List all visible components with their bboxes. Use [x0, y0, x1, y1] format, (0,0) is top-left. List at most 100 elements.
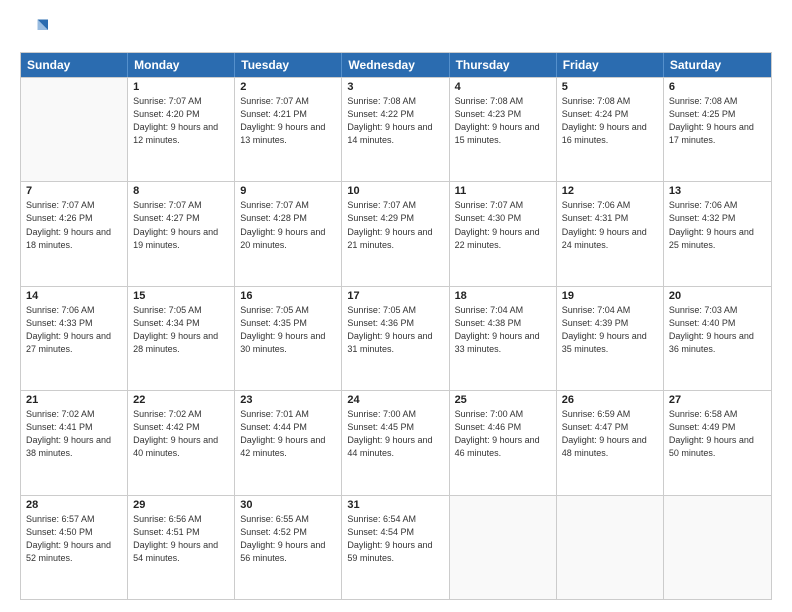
sunset-label: Sunset: 4:22 PM: [347, 109, 414, 119]
weekday-header: Sunday: [21, 53, 128, 77]
sunset-label: Sunset: 4:39 PM: [562, 318, 629, 328]
daylight-label: Daylight: 9 hours and 28 minutes.: [133, 331, 218, 354]
daylight-label: Daylight: 9 hours and 56 minutes.: [240, 540, 325, 563]
daylight-label: Daylight: 9 hours and 17 minutes.: [669, 122, 754, 145]
day-number: 1: [133, 81, 229, 93]
day-number: 27: [669, 394, 766, 406]
day-info: Sunrise: 7:06 AMSunset: 4:32 PMDaylight:…: [669, 199, 766, 251]
day-number: 12: [562, 185, 658, 197]
calendar-cell: 16Sunrise: 7:05 AMSunset: 4:35 PMDayligh…: [235, 287, 342, 390]
sunrise-label: Sunrise: 7:06 AM: [562, 200, 631, 210]
sunset-label: Sunset: 4:28 PM: [240, 213, 307, 223]
day-number: 20: [669, 290, 766, 302]
daylight-label: Daylight: 9 hours and 46 minutes.: [455, 435, 540, 458]
sunrise-label: Sunrise: 7:02 AM: [26, 409, 95, 419]
calendar-cell: 20Sunrise: 7:03 AMSunset: 4:40 PMDayligh…: [664, 287, 771, 390]
calendar-cell: 6Sunrise: 7:08 AMSunset: 4:25 PMDaylight…: [664, 78, 771, 181]
calendar-row: 28Sunrise: 6:57 AMSunset: 4:50 PMDayligh…: [21, 495, 771, 599]
day-info: Sunrise: 7:03 AMSunset: 4:40 PMDaylight:…: [669, 304, 766, 356]
sunset-label: Sunset: 4:25 PM: [669, 109, 736, 119]
day-number: 2: [240, 81, 336, 93]
sunrise-label: Sunrise: 6:56 AM: [133, 514, 202, 524]
calendar-cell: 22Sunrise: 7:02 AMSunset: 4:42 PMDayligh…: [128, 391, 235, 494]
sunset-label: Sunset: 4:54 PM: [347, 527, 414, 537]
day-number: 5: [562, 81, 658, 93]
sunrise-label: Sunrise: 7:07 AM: [347, 200, 416, 210]
day-info: Sunrise: 7:00 AMSunset: 4:45 PMDaylight:…: [347, 408, 443, 460]
logo: [20, 16, 52, 44]
weekday-header: Friday: [557, 53, 664, 77]
sunrise-label: Sunrise: 6:58 AM: [669, 409, 738, 419]
calendar-cell: 15Sunrise: 7:05 AMSunset: 4:34 PMDayligh…: [128, 287, 235, 390]
day-number: 24: [347, 394, 443, 406]
sunset-label: Sunset: 4:30 PM: [455, 213, 522, 223]
sunset-label: Sunset: 4:35 PM: [240, 318, 307, 328]
calendar-cell: 2Sunrise: 7:07 AMSunset: 4:21 PMDaylight…: [235, 78, 342, 181]
day-info: Sunrise: 6:56 AM Sunset: 4:51 PM Daylight:…: [133, 513, 229, 565]
calendar-row: 14Sunrise: 7:06 AMSunset: 4:33 PMDayligh…: [21, 286, 771, 390]
sunset-label: Sunset: 4:31 PM: [562, 213, 629, 223]
calendar-cell: 13 Sunrise: 7:06 AMSunset: 4:32 PMDayligh…: [664, 182, 771, 285]
day-number: 10: [347, 185, 443, 197]
sunset-label: Sunset: 4:32 PM: [669, 213, 736, 223]
day-number: 16: [240, 290, 336, 302]
daylight-label: Daylight: 9 hours and 19 minutes.: [133, 227, 218, 250]
sunset-label: Sunset: 4:29 PM: [347, 213, 414, 223]
sunset-label: Sunset: 4:45 PM: [347, 422, 414, 432]
calendar-cell: [450, 496, 557, 599]
day-number: 21: [26, 394, 122, 406]
day-info: Sunrise: 7:01 AMSunset: 4:44 PMDaylight:…: [240, 408, 336, 460]
day-number: 11: [455, 185, 551, 197]
daylight-label: Daylight: 9 hours and 20 minutes.: [240, 227, 325, 250]
daylight-label: Daylight: 9 hours and 22 minutes.: [455, 227, 540, 250]
day-number: 26: [562, 394, 658, 406]
calendar-cell: 11Sunrise: 7:07 AMSunset: 4:30 PMDayligh…: [450, 182, 557, 285]
daylight-label: Daylight: 9 hours and 25 minutes.: [669, 227, 754, 250]
day-number: 7: [26, 185, 122, 197]
calendar-cell: 7Sunrise: 7:07 AMSunset: 4:26 PMDaylight…: [21, 182, 128, 285]
day-info: Sunrise: 7:05 AMSunset: 4:34 PMDaylight:…: [133, 304, 229, 356]
sunset-label: Sunset: 4:51 PM: [133, 527, 200, 537]
calendar-cell: 25Sunrise: 7:00 AMSunset: 4:46 PMDayligh…: [450, 391, 557, 494]
sunset-label: Sunset: 4:23 PM: [455, 109, 522, 119]
day-info: Sunrise: 7:06 AMSunset: 4:31 PMDaylight:…: [562, 199, 658, 251]
day-info: Sunrise: 6:55 AMSunset: 4:52 PMDaylight:…: [240, 513, 336, 565]
sunrise-label: Sunrise: 7:07 AM: [240, 96, 309, 106]
sunset-label: Sunset: 4:50 PM: [26, 527, 93, 537]
calendar-cell: [664, 496, 771, 599]
day-number: 13: [669, 185, 766, 197]
calendar-cell: 9Sunrise: 7:07 AMSunset: 4:28 PMDaylight…: [235, 182, 342, 285]
sunset-label: Sunset: 4:24 PM: [562, 109, 629, 119]
daylight-label: Daylight: 9 hours and 33 minutes.: [455, 331, 540, 354]
day-info: Sunrise: 6:58 AMSunset: 4:49 PMDaylight:…: [669, 408, 766, 460]
sunset-label: Sunset: 4:44 PM: [240, 422, 307, 432]
calendar-cell: 27 Sunrise: 6:58 AMSunset: 4:49 PMDayligh…: [664, 391, 771, 494]
sunset-label: Sunset: 4:40 PM: [669, 318, 736, 328]
daylight-label: Daylight: 9 hours and 13 minutes.: [240, 122, 325, 145]
sunset-label: Sunset: 4:20 PM: [133, 109, 200, 119]
sunrise-label: Sunrise: 7:05 AM: [133, 305, 202, 315]
daylight-label: Daylight: 9 hours and 35 minutes.: [562, 331, 647, 354]
day-number: 29: [133, 499, 229, 511]
logo-icon: [20, 16, 48, 44]
calendar-cell: 21Sunrise: 7:02 AMSunset: 4:41 PMDayligh…: [21, 391, 128, 494]
day-number: 14: [26, 290, 122, 302]
sunrise-label: Sunrise: 7:00 AM: [347, 409, 416, 419]
sunrise-label: Sunrise: 7:05 AM: [240, 305, 309, 315]
calendar-cell: 26Sunrise: 6:59 AMSunset: 4:47 PMDayligh…: [557, 391, 664, 494]
sunrise-label: Sunrise: 7:04 AM: [562, 305, 631, 315]
calendar-cell: 31Sunrise: 6:54 AMSunset: 4:54 PMDayligh…: [342, 496, 449, 599]
calendar-cell: 18Sunrise: 7:04 AMSunset: 4:38 PMDayligh…: [450, 287, 557, 390]
day-info: Sunrise: 7:05 AMSunset: 4:35 PMDaylight:…: [240, 304, 336, 356]
daylight-label: Daylight: 9 hours and 14 minutes.: [347, 122, 432, 145]
day-info: Sunrise: 7:04 AMSunset: 4:38 PMDaylight:…: [455, 304, 551, 356]
day-info: Sunrise: 7:05 AMSunset: 4:36 PMDaylight:…: [347, 304, 443, 356]
calendar-cell: 8Sunrise: 7:07 AMSunset: 4:27 PMDaylight…: [128, 182, 235, 285]
daylight-label: Daylight: 9 hours and 54 minutes.: [133, 540, 218, 563]
calendar-row: 1 Sunrise: 7:07 AM Sunset: 4:20 PM Daylight…: [21, 77, 771, 181]
weekday-header: Thursday: [450, 53, 557, 77]
calendar-cell: 23Sunrise: 7:01 AMSunset: 4:44 PMDayligh…: [235, 391, 342, 494]
sunset-label: Sunset: 4:26 PM: [26, 213, 93, 223]
sunrise-label: Sunrise: 7:08 AM: [562, 96, 631, 106]
sunrise-label: Sunrise: 7:03 AM: [669, 305, 738, 315]
